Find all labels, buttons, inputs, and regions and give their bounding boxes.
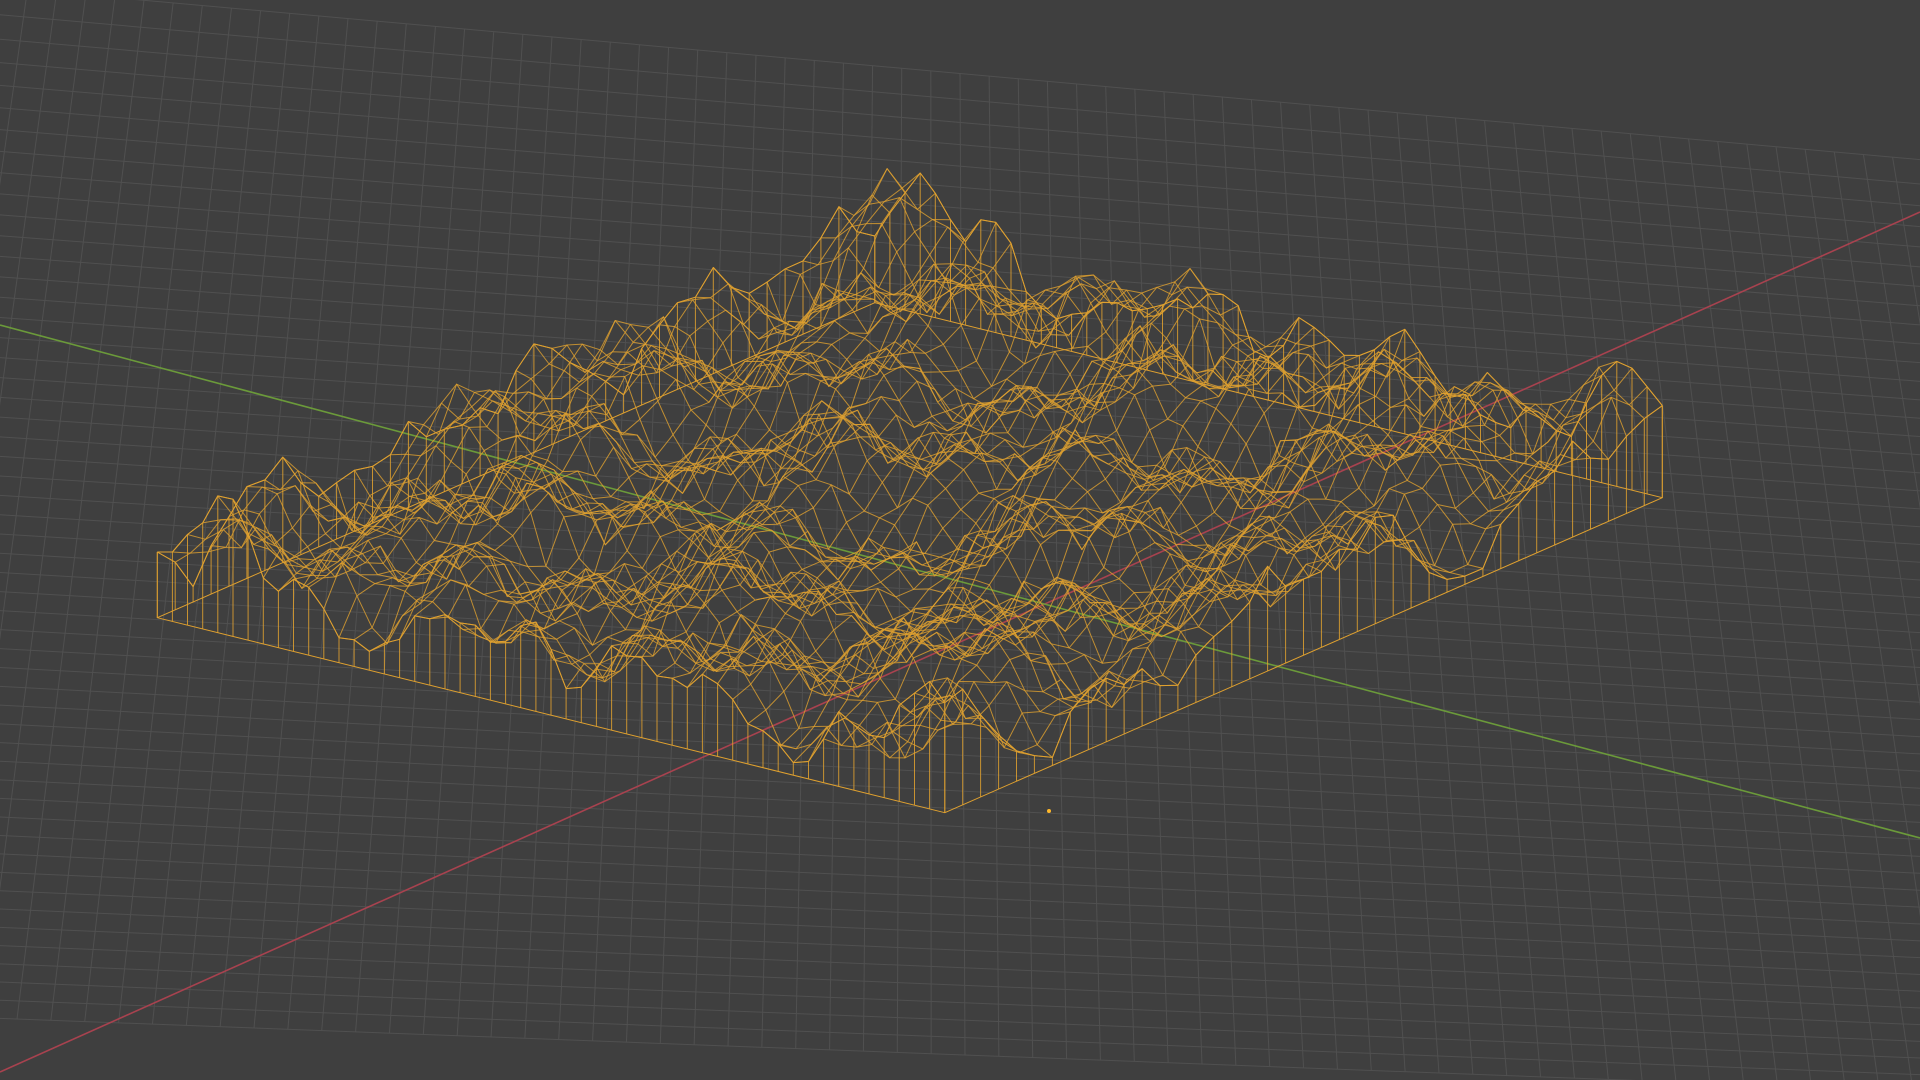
- bottom-outline: [156, 302, 1663, 814]
- grid-line: [422, 31, 495, 1035]
- grid-line: [1396, 112, 1474, 1075]
- grid-line: [1425, 115, 1508, 1076]
- surface-edge-loop: [605, 345, 1394, 557]
- grid-line: [524, 39, 582, 1039]
- grid-line: [0, 834, 1920, 925]
- grid-line: [1717, 141, 1845, 1080]
- grid-line: [0, 779, 1920, 874]
- grid-line: [659, 49, 699, 1044]
- floor-grid: [0, 0, 1920, 1080]
- grid-line: [0, 235, 1920, 382]
- grid-line: [1338, 107, 1406, 1072]
- surface-edge-loop: [202, 172, 921, 545]
- grid-line: [1658, 136, 1778, 1080]
- grid-line: [0, 871, 1920, 959]
- grid-line: [1629, 133, 1744, 1080]
- grid-line: [0, 853, 1920, 942]
- front-top-outline: [157, 495, 946, 764]
- grid-line: [16, 0, 145, 1020]
- grid-line: [1833, 151, 1920, 707]
- grid-line: [1746, 144, 1879, 1080]
- surface-edge-loop: [565, 325, 1284, 689]
- grid-line: [84, 5, 203, 1022]
- grid-line: [0, 999, 1920, 1076]
- grid-line: [0, 685, 1920, 789]
- grid-line: [988, 76, 1000, 1057]
- grid-line: [50, 2, 174, 1021]
- grid-line: [1542, 125, 1643, 1080]
- grid-line: [1688, 138, 1812, 1080]
- grid-line: [761, 57, 786, 1048]
- grid-line: [1309, 104, 1372, 1071]
- grid-line: [1367, 110, 1440, 1074]
- grid-line: [0, 963, 1920, 1042]
- surface-edge-loop: [515, 370, 1304, 614]
- viewport-canvas[interactable]: [0, 0, 1920, 1080]
- 3d-viewport[interactable]: [0, 0, 1920, 1080]
- x-axis-line: [0, 211, 1920, 1073]
- surface-edge-loop: [293, 242, 1012, 580]
- grid-line: [490, 36, 553, 1038]
- grid-line: [1571, 128, 1677, 1080]
- grid-line: [0, 591, 1920, 703]
- grid-line: [151, 10, 262, 1025]
- grid-line: [896, 68, 903, 1053]
- grid-line: [118, 8, 232, 1023]
- surface-edge-loop: [157, 495, 946, 764]
- grid-line: [0, 514, 1920, 634]
- grid-line: [0, 38, 1920, 207]
- grid-line: [0, 816, 1920, 908]
- grid-line: [558, 42, 611, 1040]
- grid-line: [1600, 130, 1710, 1080]
- grid-line: [1280, 102, 1338, 1070]
- grid-line: [0, 742, 1920, 840]
- grid-line: [219, 15, 320, 1027]
- grid-line: [1076, 83, 1101, 1061]
- grid-line: [1134, 89, 1169, 1063]
- grid-line: [1892, 157, 1920, 326]
- object-origin-point[interactable]: [1047, 809, 1051, 813]
